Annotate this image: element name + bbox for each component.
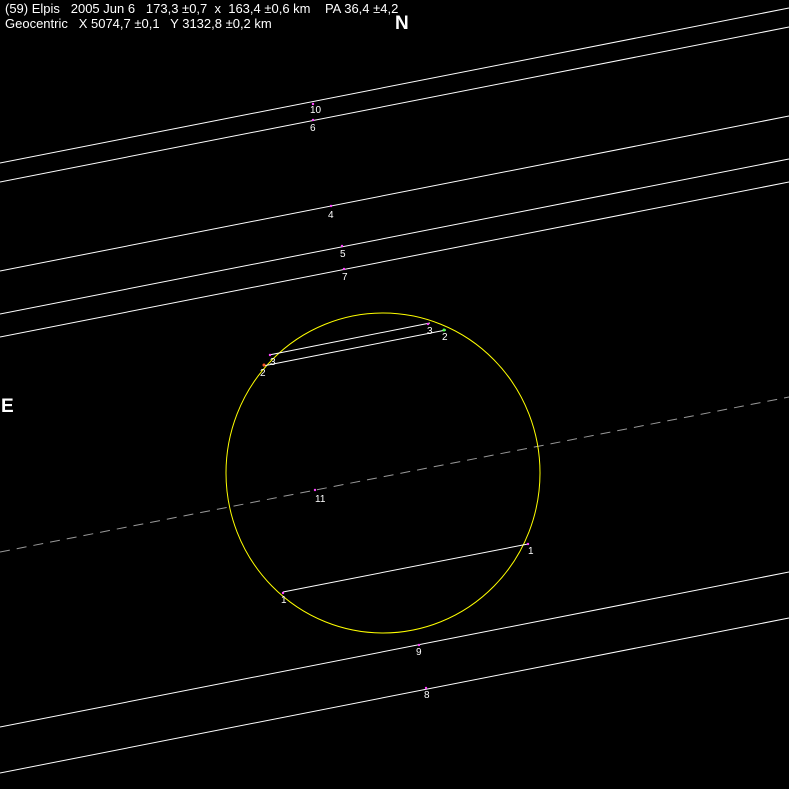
chord-label-1-east: 1 bbox=[281, 595, 287, 606]
north-label: N bbox=[395, 13, 409, 34]
marker-7 bbox=[342, 267, 346, 271]
chord-label-7: 7 bbox=[342, 272, 348, 283]
chord-label-1-west: 1 bbox=[528, 546, 534, 557]
header-line-2: Geocentric X 5074,7 ±0,1 Y 3132,8 ±0,2 k… bbox=[5, 16, 272, 31]
chord-label-10: 10 bbox=[310, 105, 322, 116]
marker-1-west bbox=[526, 542, 530, 546]
marker-3-west bbox=[426, 322, 430, 326]
chord-label-4: 4 bbox=[328, 210, 334, 221]
marker-1-east bbox=[281, 591, 285, 595]
chord-label-2-west: 2 bbox=[442, 332, 448, 343]
chord-label-11: 11 bbox=[315, 494, 326, 505]
chord-label-2-east: 2 bbox=[260, 368, 266, 379]
chord-label-3-west: 3 bbox=[427, 326, 433, 337]
chord-label-5: 5 bbox=[340, 249, 346, 260]
marker-5 bbox=[340, 244, 344, 248]
chord-label-6: 6 bbox=[310, 123, 316, 134]
marker-3-east bbox=[268, 353, 272, 357]
chord-label-8: 8 bbox=[424, 690, 430, 701]
marker-8 bbox=[424, 686, 428, 690]
chord-label-9: 9 bbox=[416, 647, 422, 658]
marker-6 bbox=[311, 118, 315, 122]
occultation-plot: 10 6 4 5 7 3 2 3 2 11 1 1 9 8 bbox=[0, 0, 789, 789]
marker-9 bbox=[417, 643, 421, 647]
chord-label-3-east: 3 bbox=[270, 357, 276, 368]
plot-background bbox=[0, 0, 789, 789]
east-label: E bbox=[1, 396, 14, 417]
marker-4 bbox=[329, 204, 333, 208]
marker-11 bbox=[313, 488, 317, 492]
header-line-1: (59) Elpis 2005 Jun 6 173,3 ±0,7 x 163,4… bbox=[5, 1, 399, 16]
marker-2-east bbox=[262, 363, 266, 367]
